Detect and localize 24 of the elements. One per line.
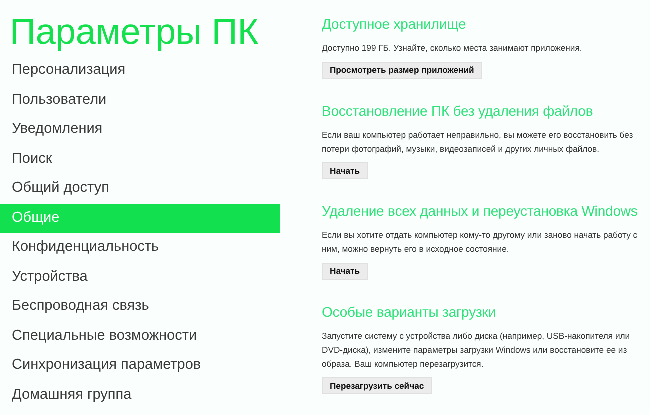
sidebar-item[interactable]: Специальные возможности: [0, 322, 280, 351]
section-heading: Удаление всех данных и переустановка Windows: [322, 202, 639, 220]
sidebar-item[interactable]: Общий доступ: [0, 174, 280, 204]
action-button[interactable]: Начать: [322, 262, 368, 280]
sidebar-item[interactable]: Персонализация: [0, 56, 280, 86]
sidebar-item[interactable]: Синхронизация параметров: [0, 351, 280, 380]
action-button[interactable]: Начать: [322, 162, 368, 179]
sidebar-item[interactable]: Беспроводная связь: [0, 292, 280, 322]
section-description: Если ваш компьютер работает неправильно, вы можете его восстановить без потери фотографий, музыки, видеозаписей и других личных файлов.: [322, 128, 634, 156]
action-button[interactable]: Просмотреть размер приложений: [322, 62, 482, 78]
action-button[interactable]: Перезагрузить сейчас: [322, 377, 432, 394]
sidebar-item[interactable]: Конфиденциальность: [0, 233, 280, 262]
section-heading: Доступное хранилище: [322, 15, 468, 33]
section-heading: Восстановление ПК без удаления файлов: [322, 102, 594, 120]
page-title: Параметры ПК: [9, 10, 260, 54]
section-description: Если вы хотите отдать компьютер кому-то другому или заново начать работу с ним, можно вернуть его в исходное состояние.: [322, 229, 639, 256]
sidebar-item[interactable]: Устройства: [0, 262, 280, 292]
sidebar-item[interactable]: Домашняя группа: [0, 380, 280, 410]
section-heading: Особые варианты загрузки: [322, 302, 498, 320]
sidebar-item[interactable]: Пользователи: [0, 86, 280, 115]
section-description: Доступно 199 ГБ. Узнайте, сколько места занимают приложения.: [322, 42, 584, 55]
sidebar-item[interactable]: Уведомления: [0, 115, 280, 144]
section-description: Запустите систему с устройства либо диска (например, USB-накопителя или DVD-диска), измените параметры загрузки Windows или восстановите ее из образа. Ваш компьютер перезагрузится.: [322, 330, 632, 370]
sidebar-item[interactable]: Поиск: [0, 144, 280, 174]
